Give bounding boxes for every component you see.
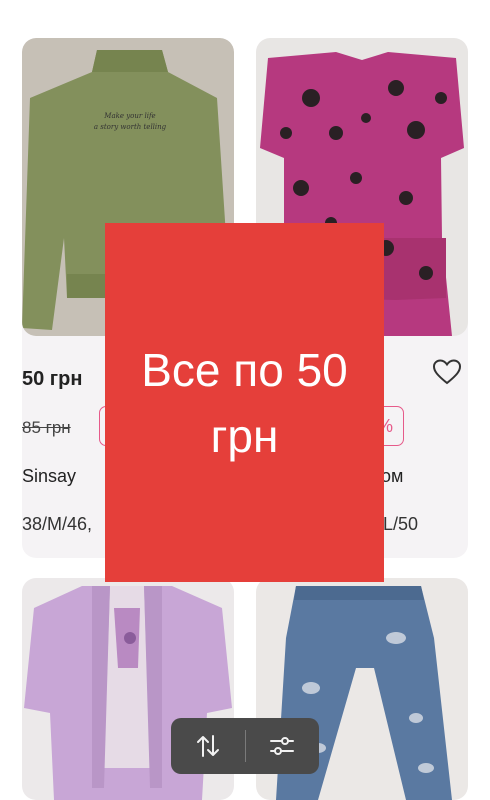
- product-sizes: L/50: [383, 514, 419, 534]
- product-grid-page: Make your life a story worth telling 50 …: [0, 0, 490, 800]
- sort-button[interactable]: [171, 718, 245, 774]
- svg-text:a story worth telling: a story worth telling: [94, 123, 167, 131]
- product-price: 50 грн: [22, 368, 83, 390]
- promo-banner[interactable]: Все по 50 грн: [105, 223, 384, 582]
- sort-icon: [196, 735, 219, 757]
- sort-filter-toolbar: [171, 718, 319, 774]
- product-brand: ом: [381, 466, 404, 486]
- product-brand: Sinsay: [22, 466, 77, 486]
- heart-icon[interactable]: [432, 358, 462, 386]
- product-old-price: 85 грн: [22, 418, 71, 437]
- promo-banner-line1: Все по 50: [141, 343, 348, 396]
- svg-text:Make your life: Make your life: [103, 112, 155, 120]
- filter-button[interactable]: [246, 718, 320, 774]
- filter-icon: [270, 737, 295, 755]
- promo-banner-line2: грн: [210, 409, 279, 462]
- product-sizes: 38/M/46,: [22, 514, 93, 534]
- promo-banner-text: Все по 50 грн: [115, 337, 375, 469]
